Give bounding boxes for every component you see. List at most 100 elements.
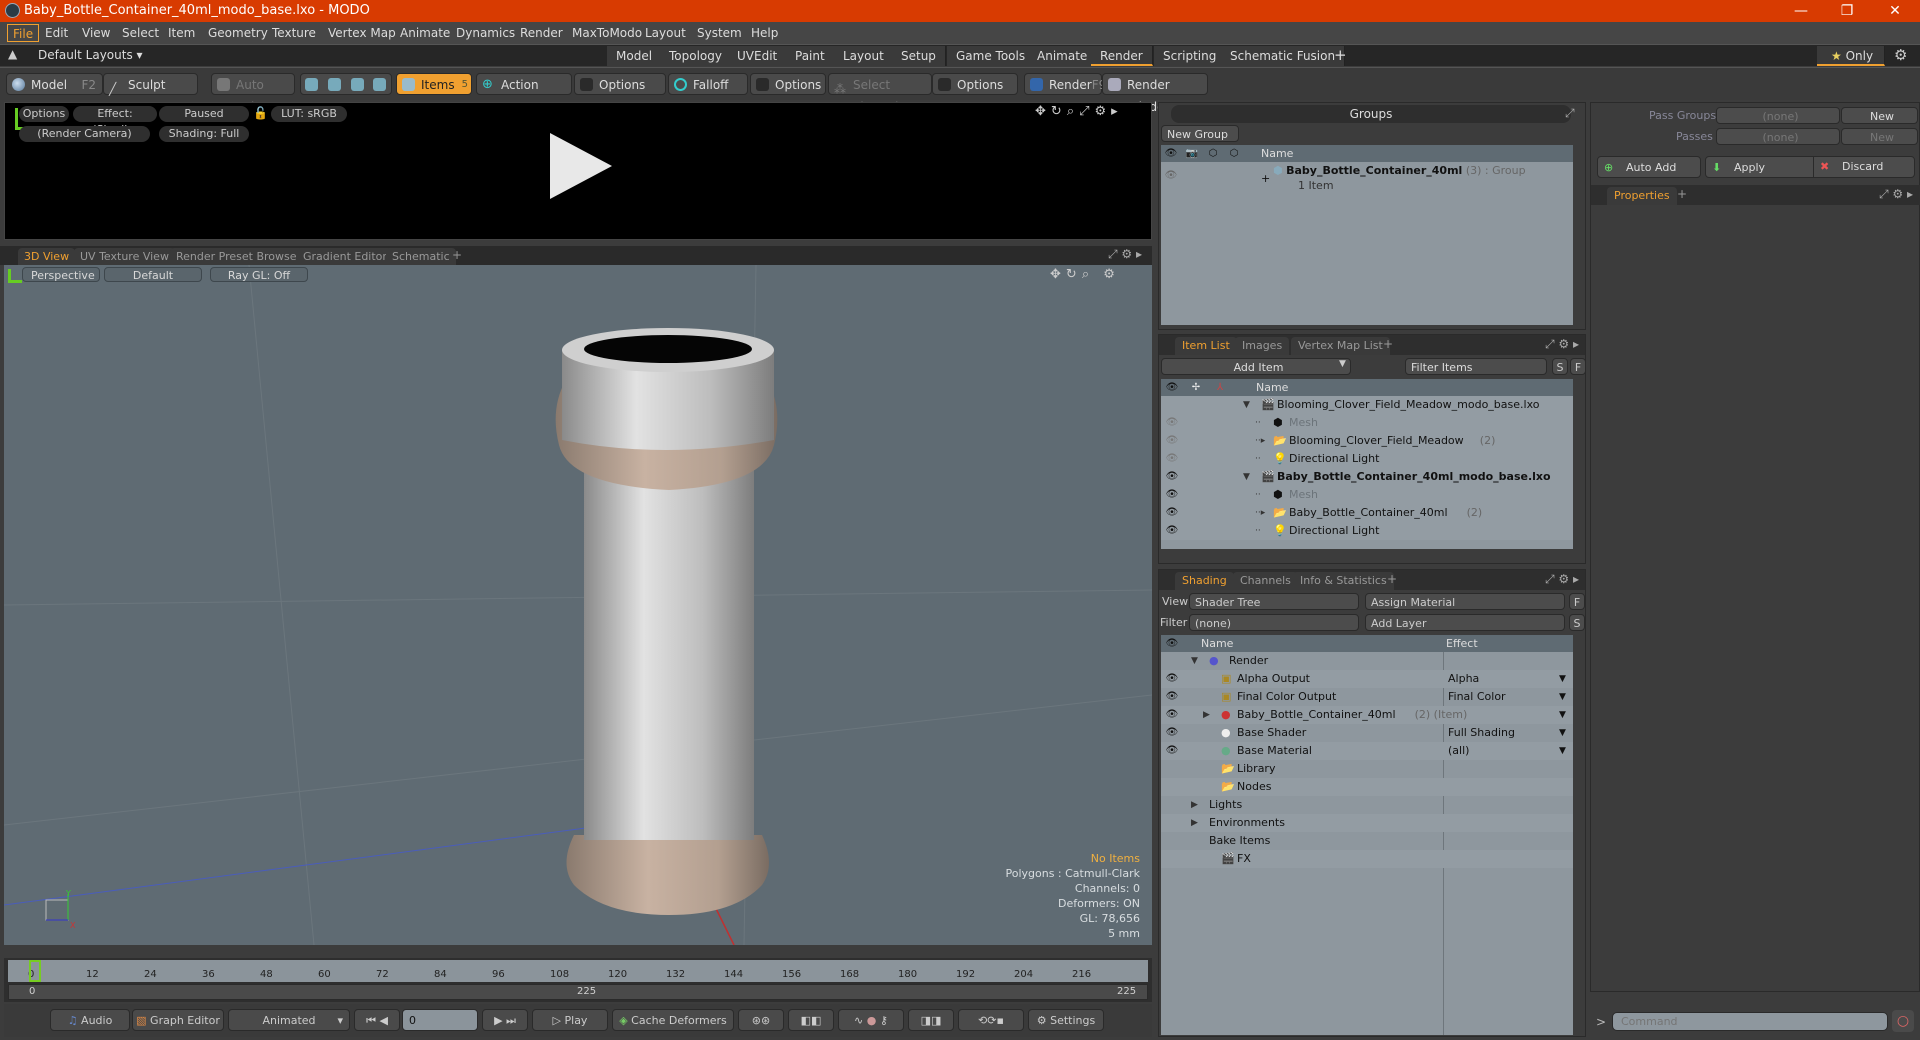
gear-icon[interactable]: ⚙ xyxy=(1894,46,1907,64)
tree-expander-icon[interactable]: ·· xyxy=(1255,450,1261,468)
render-button[interactable]: RenderF9 xyxy=(1024,73,1106,95)
visibility-toggle-icon[interactable]: 👁 xyxy=(1165,522,1179,540)
select-through-button[interactable]: ⁂Select Through xyxy=(828,73,932,114)
panel-controls[interactable]: ⤢ ⚙ ▸ xyxy=(1879,187,1913,202)
tree-expander-icon[interactable]: ··▸ xyxy=(1255,432,1265,450)
visibility-toggle-icon[interactable]: 👁 xyxy=(1164,170,1178,181)
shader-tree-row[interactable]: ▼ ● Render xyxy=(1161,652,1573,670)
tree-expander-icon[interactable]: ·· xyxy=(1255,414,1261,432)
render-camera-dropdown[interactable]: (Render Camera) xyxy=(19,126,150,142)
lut-dropdown[interactable]: LUT: sRGB xyxy=(271,106,347,122)
key-tools-2[interactable]: ◧◧ xyxy=(788,1009,834,1031)
shader-tree-row[interactable]: 📂 Library xyxy=(1161,760,1573,778)
tab-item-list[interactable]: Item List xyxy=(1175,337,1237,355)
panel-controls[interactable]: ⤢ ⚙ ▸ xyxy=(1545,337,1579,352)
filter-dropdown[interactable]: (none) xyxy=(1189,614,1359,631)
visibility-toggle-icon[interactable]: 👁 xyxy=(1165,706,1179,724)
shader-tree-row[interactable]: 👁 ● Base Material (all) ▼ xyxy=(1161,742,1573,760)
chevron-down-icon[interactable]: ▼ xyxy=(1559,724,1566,742)
layout-tab-schematic-fusion[interactable]: Schematic Fusion xyxy=(1221,46,1346,66)
key-tools-3[interactable]: ◨◨ xyxy=(908,1009,954,1031)
frame-input[interactable]: 0 xyxy=(402,1009,478,1031)
model-mode-button[interactable]: Model F2 xyxy=(6,73,103,95)
3d-viewport[interactable]: Perspective Default Ray GL: Off ✥↻⌕ ⚙ Y … xyxy=(4,265,1152,945)
view-dropdown[interactable]: Shader Tree xyxy=(1189,593,1359,610)
s-button[interactable]: S xyxy=(1552,358,1568,375)
tree-expander-icon[interactable]: ··▸ xyxy=(1255,504,1265,522)
effect-dropdown[interactable]: Final Color xyxy=(1448,688,1506,706)
visibility-toggle-icon[interactable]: 👁 xyxy=(1165,450,1179,468)
chevron-down-icon[interactable]: ▼ xyxy=(1559,706,1566,724)
layout-tab-paint[interactable]: Paint xyxy=(786,46,835,66)
animated-dropdown[interactable]: Animated ▾ xyxy=(228,1009,350,1031)
graph-editor-button[interactable]: ▧ Graph Editor xyxy=(132,1009,224,1031)
shader-tree-row[interactable]: 👁 ▣ Alpha Output Alpha ▼ xyxy=(1161,670,1573,688)
menu-maxtomodo[interactable]: MaxToModo xyxy=(567,24,647,42)
layout-tab-scripting[interactable]: Scripting xyxy=(1154,46,1227,66)
shader-tree-row[interactable]: Bake Items xyxy=(1161,832,1573,850)
f-button[interactable]: F xyxy=(1569,593,1585,610)
menu-view[interactable]: View xyxy=(77,24,115,42)
close-button[interactable]: ✕ xyxy=(1872,0,1918,22)
menu-dynamics[interactable]: Dynamics xyxy=(451,24,520,42)
layout-tab-topology[interactable]: Topology xyxy=(660,46,732,66)
maximize-icon[interactable]: ⤢ xyxy=(1079,104,1094,119)
shader-tree-row[interactable]: 👁 ▶ ● Baby_Bottle_Container_40ml (2) (Item) ▼ xyxy=(1161,706,1573,724)
tab-uv-texture-view[interactable]: UV Texture View xyxy=(74,248,175,265)
effect-dropdown[interactable]: Alpha xyxy=(1448,670,1479,688)
menu-help[interactable]: Help xyxy=(746,24,783,42)
action-center-button[interactable]: ⊕Action Center xyxy=(476,73,572,114)
visibility-toggle-icon[interactable]: 👁 xyxy=(1165,468,1179,486)
visibility-toggle-icon[interactable]: 👁 xyxy=(1165,486,1179,504)
timeline-ruler[interactable]: 0 12 24 36 48 60 72 84 96 108 120 132 144 156 168 180 19… xyxy=(8,960,1148,982)
raygl-toggle[interactable]: Ray GL: Off xyxy=(210,267,308,282)
panel-controls[interactable]: ⤢ ⚙ ▸ xyxy=(1545,572,1579,587)
item-list-row[interactable]: 👁 ··▸ 📂 Blooming_Clover_Field_Meadow (2) xyxy=(1161,432,1573,450)
first-frame-icon[interactable]: ⏮ xyxy=(366,1014,376,1027)
only-toggle[interactable]: ★ Only xyxy=(1817,46,1885,66)
play-button[interactable]: ▷ Play xyxy=(532,1009,608,1031)
menu-select[interactable]: Select xyxy=(117,24,164,42)
action-center-options-button[interactable]: Options xyxy=(574,73,666,95)
new-pass-button[interactable]: New xyxy=(1841,128,1918,145)
perspective-dropdown[interactable]: Perspective xyxy=(22,267,100,282)
auto-select-button[interactable]: Auto Select xyxy=(211,73,295,114)
add-tab-button[interactable]: + xyxy=(452,248,462,262)
layout-tab-model[interactable]: Model xyxy=(607,46,663,66)
shader-tree-row[interactable]: 🎬 FX xyxy=(1161,850,1573,868)
layout-tab-uvedit[interactable]: UVEdit xyxy=(728,46,788,66)
menu-animate[interactable]: Animate xyxy=(395,24,455,42)
visibility-toggle-icon[interactable]: 👁 xyxy=(1165,414,1179,432)
default-layouts-dropdown[interactable]: Default Layouts ▾ xyxy=(38,48,143,62)
cache-deformers-button[interactable]: ◈ Cache Deformers xyxy=(612,1009,734,1031)
tab-properties[interactable]: Properties xyxy=(1607,187,1677,205)
menu-geometry[interactable]: Geometry xyxy=(203,24,273,42)
layout-tab-game-tools[interactable]: Game Tools xyxy=(947,46,1036,66)
visibility-toggle-icon[interactable]: 👁 xyxy=(1165,670,1179,688)
visibility-toggle-icon[interactable]: 👁 xyxy=(1165,504,1179,522)
chevron-down-icon[interactable]: ▼ xyxy=(1559,670,1566,688)
expand-icon[interactable]: + xyxy=(1261,172,1270,185)
key-icon[interactable]: ⚷ xyxy=(880,1014,888,1027)
default-shading-dropdown[interactable]: Default xyxy=(104,267,202,282)
sculpt-button[interactable]: ╱ Sculpt xyxy=(103,73,198,96)
key-tools-4[interactable]: ⟲⟳▪ xyxy=(958,1009,1024,1031)
s-button[interactable]: S xyxy=(1569,614,1585,631)
visibility-toggle-icon[interactable]: 👁 xyxy=(1165,688,1179,706)
tree-expander-icon[interactable]: ·· xyxy=(1255,486,1261,504)
pass-groups-dropdown[interactable]: (none) xyxy=(1716,107,1840,124)
effect-dropdown[interactable]: Full Shading xyxy=(1448,724,1515,742)
group-row[interactable]: 👁 + ⬢ Baby_Bottle_Container_40ml (3) : G… xyxy=(1161,162,1573,196)
menu-item[interactable]: Item xyxy=(163,24,200,42)
shader-tree-row[interactable]: 👁 ● Base Shader Full Shading ▼ xyxy=(1161,724,1573,742)
layout-up-icon[interactable]: ▲ xyxy=(8,47,17,61)
current-frame-marker[interactable] xyxy=(29,960,41,982)
menu-edit[interactable]: Edit xyxy=(40,24,73,42)
tab-3d-view[interactable]: 3D View xyxy=(18,248,76,265)
timeline[interactable]: 0 12 24 36 48 60 72 84 96 108 120 132 144 156 168 180 19… xyxy=(4,958,1152,1002)
paused-button[interactable]: Paused xyxy=(159,106,249,122)
passes-dropdown[interactable]: (none) xyxy=(1716,128,1840,145)
maximize-icon[interactable]: ⤢ xyxy=(1565,106,1575,121)
menu-layout[interactable]: Layout xyxy=(640,24,691,42)
rotate-icon[interactable]: ↻ xyxy=(1066,267,1082,282)
